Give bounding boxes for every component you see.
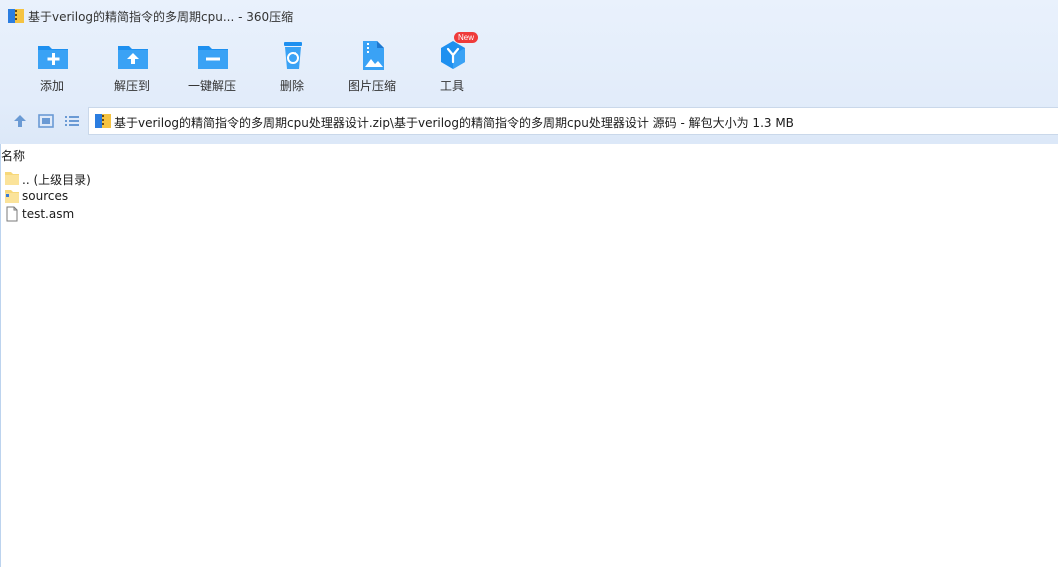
file-name: test.asm xyxy=(22,207,75,221)
address-row: 基于verilog的精简指令的多周期cpu处理器设计.zip\基于verilog… xyxy=(0,106,1058,136)
file-name: .. (上级目录) xyxy=(22,173,91,187)
column-header-name[interactable]: 名称 xyxy=(1,147,25,164)
file-icon xyxy=(6,206,18,222)
thumbnail-view-icon[interactable] xyxy=(37,113,55,129)
image-compress-button[interactable]: 图片压缩 xyxy=(332,36,412,98)
add-label: 添加 xyxy=(39,79,64,93)
new-badge: New xyxy=(454,32,479,43)
folder-icon xyxy=(5,172,19,185)
extract-to-label: 解压到 xyxy=(113,79,150,93)
tools-button[interactable]: New 工具 xyxy=(412,32,492,98)
add-icon xyxy=(38,46,68,69)
title-bar[interactable]: 基于verilog的精简指令的多周期cpu... - 360压缩 xyxy=(0,0,1058,32)
extract-to-button[interactable]: 解压到 xyxy=(92,36,172,98)
extract-to-icon xyxy=(118,46,148,69)
tools-icon xyxy=(441,41,465,69)
list-view-icon[interactable] xyxy=(63,113,81,129)
address-bar[interactable]: 基于verilog的精简指令的多周期cpu处理器设计.zip\基于verilog… xyxy=(88,107,1058,135)
address-path: 基于verilog的精简指令的多周期cpu处理器设计.zip\基于verilog… xyxy=(114,116,794,130)
tools-label: 工具 xyxy=(439,79,464,93)
delete-icon xyxy=(284,42,302,69)
file-name: sources xyxy=(22,189,69,203)
up-arrow-icon[interactable] xyxy=(11,113,29,129)
add-button[interactable]: 添加 xyxy=(12,36,92,98)
folder-icon xyxy=(5,190,19,203)
delete-label: 删除 xyxy=(279,79,304,93)
archive-app-icon xyxy=(8,9,24,23)
delete-button[interactable]: 删除 xyxy=(252,36,332,98)
file-list: 名称 .. (上级目录) sources test.asm xyxy=(0,144,1058,567)
zip-file-icon xyxy=(95,114,111,128)
window-title: 基于verilog的精简指令的多周期cpu... - 360压缩 xyxy=(28,10,294,24)
image-compress-icon xyxy=(363,41,384,70)
one-click-extract-label: 一键解压 xyxy=(187,79,236,93)
one-click-extract-icon xyxy=(198,46,228,69)
one-click-extract-button[interactable]: 一键解压 xyxy=(172,36,252,98)
image-compress-label: 图片压缩 xyxy=(347,79,396,93)
